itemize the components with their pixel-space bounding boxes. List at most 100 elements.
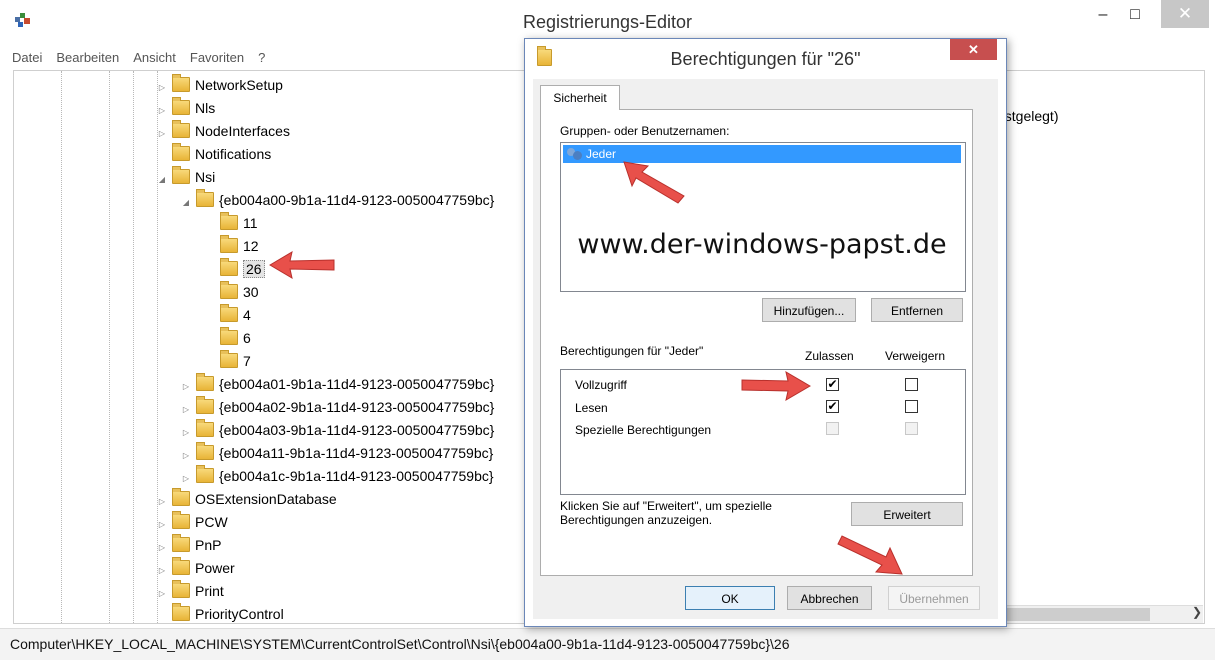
tree-item[interactable]: Notifications	[14, 143, 494, 166]
folder-icon	[220, 304, 238, 322]
scrollbar-thumb[interactable]	[990, 608, 1150, 621]
tree-list: ▷ NetworkSetup ▷ Nls ▷ NodeInterfaces Notifica…	[14, 74, 494, 623]
advanced-button[interactable]: Erweitert	[851, 502, 963, 526]
scroll-right-arrow-icon[interactable]: ❯	[1192, 605, 1202, 619]
expand-toggle-icon[interactable]: ◢	[156, 168, 168, 191]
lesen-deny-checkbox[interactable]	[905, 400, 918, 413]
tree-item-label: 7	[243, 353, 251, 369]
tree-item-label: {eb004a11-9b1a-11d4-9123-0050047759bc}	[219, 445, 494, 461]
tree-item[interactable]: 30	[14, 281, 494, 304]
tree-item-label: NodeInterfaces	[195, 123, 290, 139]
folder-icon	[172, 143, 190, 161]
tree-item[interactable]: ▷ NetworkSetup	[14, 74, 494, 97]
expand-toggle-icon[interactable]: ▷	[156, 559, 168, 582]
menu-ansicht[interactable]: Ansicht	[133, 50, 176, 70]
ok-button[interactable]: OK	[685, 586, 775, 610]
folder-icon	[172, 488, 190, 506]
minimize-button[interactable]: –	[1088, 0, 1118, 30]
tree-item-label: OSExtensionDatabase	[195, 491, 337, 507]
tree-item[interactable]: ▷ PCW	[14, 511, 494, 534]
menu-datei[interactable]: Datei	[12, 50, 42, 70]
spezielle-deny-checkbox	[905, 422, 918, 435]
tree-item[interactable]: ▷ Power	[14, 557, 494, 580]
permissions-label: Berechtigungen für "Jeder"	[560, 344, 704, 358]
tree-item[interactable]: ▷ {eb004a01-9b1a-11d4-9123-0050047759bc}	[14, 373, 494, 396]
expand-toggle-icon[interactable]: ▷	[156, 536, 168, 559]
tree-item[interactable]: ◢ Nsi	[14, 166, 494, 189]
tree-item[interactable]: ▷ PnP	[14, 534, 494, 557]
tree-item[interactable]: ▷ {eb004a03-9b1a-11d4-9123-0050047759bc}	[14, 419, 494, 442]
expand-toggle-icon[interactable]: ◢	[180, 191, 192, 214]
tree-item-label: 6	[243, 330, 251, 346]
tree-item[interactable]: 6	[14, 327, 494, 350]
expand-toggle-icon[interactable]: ▷	[156, 582, 168, 605]
perm-lesen-label: Lesen	[575, 401, 608, 415]
menu-bar: Datei Bearbeiten Ansicht Favoriten ?	[12, 50, 265, 70]
tree-item[interactable]: ▷ OSExtensionDatabase	[14, 488, 494, 511]
tree-item[interactable]: 12	[14, 235, 494, 258]
advanced-info-text: Klicken Sie auf "Erweitert", um speziell…	[560, 499, 772, 527]
expand-toggle-icon[interactable]: ▷	[180, 421, 192, 444]
dialog-close-button[interactable]: ✕	[950, 39, 997, 60]
tab-sicherheit[interactable]: Sicherheit	[540, 85, 620, 110]
folder-icon	[172, 511, 190, 529]
tree-item[interactable]: ▷ NodeInterfaces	[14, 120, 494, 143]
folder-icon	[220, 350, 238, 368]
tree-item[interactable]: 4	[14, 304, 494, 327]
maximize-button[interactable]: □	[1120, 0, 1150, 30]
folder-icon	[172, 97, 190, 115]
dialog-title: Berechtigungen für "26"	[670, 49, 861, 69]
expand-toggle-icon[interactable]: ▷	[180, 467, 192, 490]
tree-item-label: Print	[195, 583, 224, 599]
tree-item[interactable]: ▷ {eb004a11-9b1a-11d4-9123-0050047759bc}	[14, 442, 494, 465]
close-button[interactable]: ✕	[1161, 0, 1209, 28]
remove-button[interactable]: Entfernen	[871, 298, 963, 322]
tree-item[interactable]: ▷ {eb004a1c-9b1a-11d4-9123-0050047759bc}	[14, 465, 494, 488]
expand-toggle-icon[interactable]: ▷	[180, 444, 192, 467]
folder-icon	[220, 235, 238, 253]
title-bar[interactable]: Registrierungs-Editor – □ ✕	[0, 0, 1215, 40]
deny-column-header: Verweigern	[885, 349, 946, 363]
expand-toggle-icon[interactable]: ▷	[156, 122, 168, 145]
tree-item[interactable]: ◢ {eb004a00-9b1a-11d4-9123-0050047759bc}	[14, 189, 494, 212]
expand-toggle-icon[interactable]: ▷	[180, 375, 192, 398]
menu-favoriten[interactable]: Favoriten	[190, 50, 244, 70]
tree-item[interactable]: PriorityControl	[14, 603, 494, 623]
tree-item-label: Nsi	[195, 169, 216, 185]
folder-icon	[220, 281, 238, 299]
groups-label: Gruppen- oder Benutzernamen:	[560, 124, 730, 138]
folder-icon	[172, 74, 190, 92]
vollzugriff-deny-checkbox[interactable]	[905, 378, 918, 391]
horizontal-scrollbar[interactable]	[990, 605, 1203, 623]
tree-item-label: Notifications	[195, 146, 272, 162]
tree-item[interactable]: 7	[14, 350, 494, 373]
folder-icon	[172, 166, 190, 184]
cancel-button[interactable]: Abbrechen	[787, 586, 872, 610]
lesen-allow-checkbox[interactable]: ✔	[826, 400, 839, 413]
tree-item-label: {eb004a1c-9b1a-11d4-9123-0050047759bc}	[219, 468, 494, 484]
folder-icon	[196, 419, 214, 437]
dialog-title-bar[interactable]: Berechtigungen für "26" ✕	[525, 39, 1006, 79]
expand-toggle-icon[interactable]: ▷	[156, 490, 168, 513]
menu-help[interactable]: ?	[258, 50, 265, 70]
expand-toggle-icon[interactable]: ▷	[156, 76, 168, 99]
window-title: Registrierungs-Editor	[522, 12, 693, 32]
red-arrow-icon	[623, 161, 685, 204]
expand-toggle-icon[interactable]: ▷	[180, 398, 192, 421]
menu-bearbeiten[interactable]: Bearbeiten	[56, 50, 119, 70]
expand-toggle-icon[interactable]: ▷	[156, 99, 168, 122]
red-arrow-icon	[269, 250, 335, 280]
add-button[interactable]: Hinzufügen...	[762, 298, 856, 322]
status-bar: Computer\HKEY_LOCAL_MACHINE\SYSTEM\Curre…	[0, 628, 1215, 660]
tree-item[interactable]: ▷ Nls	[14, 97, 494, 120]
tree-item[interactable]: ▷ Print	[14, 580, 494, 603]
tree-item[interactable]: 11	[14, 212, 494, 235]
vollzugriff-allow-checkbox[interactable]: ✔	[826, 378, 839, 391]
perm-vollzugriff-label: Vollzugriff	[575, 378, 627, 392]
apply-button: Übernehmen	[888, 586, 980, 610]
red-arrow-icon	[741, 370, 811, 402]
group-name: Jeder	[586, 147, 617, 161]
tree-item[interactable]: 26	[14, 258, 494, 281]
tree-item[interactable]: ▷ {eb004a02-9b1a-11d4-9123-0050047759bc}	[14, 396, 494, 419]
expand-toggle-icon[interactable]: ▷	[156, 513, 168, 536]
